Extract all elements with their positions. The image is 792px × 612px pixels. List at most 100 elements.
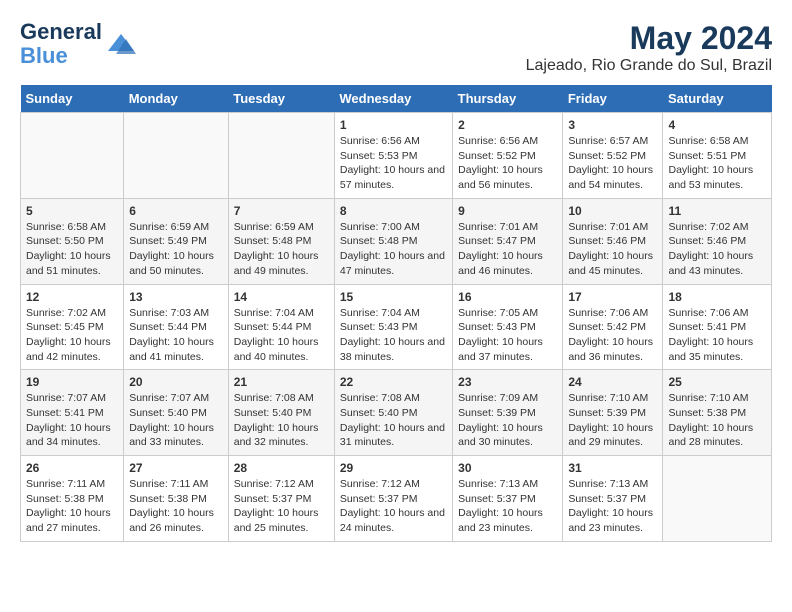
calendar-cell: 20 Sunrise: 7:07 AMSunset: 5:40 PMDaylig… xyxy=(124,370,229,456)
calendar-cell: 14 Sunrise: 7:04 AMSunset: 5:44 PMDaylig… xyxy=(228,284,334,370)
day-number: 7 xyxy=(234,204,329,218)
day-number: 4 xyxy=(668,118,766,132)
day-number: 29 xyxy=(340,461,447,475)
day-info: Sunrise: 7:01 AMSunset: 5:47 PMDaylight:… xyxy=(458,221,543,277)
day-number: 12 xyxy=(26,290,118,304)
day-number: 24 xyxy=(568,375,657,389)
day-number: 14 xyxy=(234,290,329,304)
calendar-cell: 21 Sunrise: 7:08 AMSunset: 5:40 PMDaylig… xyxy=(228,370,334,456)
calendar-cell xyxy=(228,113,334,199)
calendar-cell: 18 Sunrise: 7:06 AMSunset: 5:41 PMDaylig… xyxy=(663,284,772,370)
calendar-cell: 22 Sunrise: 7:08 AMSunset: 5:40 PMDaylig… xyxy=(334,370,452,456)
day-number: 9 xyxy=(458,204,557,218)
day-number: 5 xyxy=(26,204,118,218)
day-info: Sunrise: 7:07 AMSunset: 5:40 PMDaylight:… xyxy=(129,392,214,448)
calendar-cell: 16 Sunrise: 7:05 AMSunset: 5:43 PMDaylig… xyxy=(453,284,563,370)
calendar-cell: 11 Sunrise: 7:02 AMSunset: 5:46 PMDaylig… xyxy=(663,198,772,284)
day-info: Sunrise: 7:08 AMSunset: 5:40 PMDaylight:… xyxy=(340,392,445,448)
day-number: 27 xyxy=(129,461,223,475)
day-number: 28 xyxy=(234,461,329,475)
logo-text: GeneralBlue xyxy=(20,20,102,68)
day-info: Sunrise: 7:04 AMSunset: 5:44 PMDaylight:… xyxy=(234,307,319,363)
day-number: 21 xyxy=(234,375,329,389)
day-number: 18 xyxy=(668,290,766,304)
calendar-cell: 19 Sunrise: 7:07 AMSunset: 5:41 PMDaylig… xyxy=(21,370,124,456)
page-header: GeneralBlue May 2024 Lajeado, Rio Grande… xyxy=(20,20,772,75)
day-number: 31 xyxy=(568,461,657,475)
logo: GeneralBlue xyxy=(20,20,136,68)
calendar-cell: 5 Sunrise: 6:58 AMSunset: 5:50 PMDayligh… xyxy=(21,198,124,284)
calendar-cell: 9 Sunrise: 7:01 AMSunset: 5:47 PMDayligh… xyxy=(453,198,563,284)
subtitle: Lajeado, Rio Grande do Sul, Brazil xyxy=(526,57,772,75)
day-info: Sunrise: 7:13 AMSunset: 5:37 PMDaylight:… xyxy=(568,478,653,534)
calendar-week-row: 5 Sunrise: 6:58 AMSunset: 5:50 PMDayligh… xyxy=(21,198,772,284)
calendar-cell: 8 Sunrise: 7:00 AMSunset: 5:48 PMDayligh… xyxy=(334,198,452,284)
day-info: Sunrise: 7:13 AMSunset: 5:37 PMDaylight:… xyxy=(458,478,543,534)
day-info: Sunrise: 7:06 AMSunset: 5:42 PMDaylight:… xyxy=(568,307,653,363)
day-number: 2 xyxy=(458,118,557,132)
day-number: 30 xyxy=(458,461,557,475)
day-info: Sunrise: 7:02 AMSunset: 5:46 PMDaylight:… xyxy=(668,221,753,277)
calendar-week-row: 1 Sunrise: 6:56 AMSunset: 5:53 PMDayligh… xyxy=(21,113,772,199)
calendar-week-row: 26 Sunrise: 7:11 AMSunset: 5:38 PMDaylig… xyxy=(21,456,772,542)
day-info: Sunrise: 7:10 AMSunset: 5:39 PMDaylight:… xyxy=(568,392,653,448)
day-header-wednesday: Wednesday xyxy=(334,85,452,113)
calendar-cell: 2 Sunrise: 6:56 AMSunset: 5:52 PMDayligh… xyxy=(453,113,563,199)
calendar-cell: 23 Sunrise: 7:09 AMSunset: 5:39 PMDaylig… xyxy=(453,370,563,456)
day-number: 25 xyxy=(668,375,766,389)
day-number: 1 xyxy=(340,118,447,132)
calendar-cell: 7 Sunrise: 6:59 AMSunset: 5:48 PMDayligh… xyxy=(228,198,334,284)
day-info: Sunrise: 6:56 AMSunset: 5:53 PMDaylight:… xyxy=(340,135,445,191)
calendar-cell: 4 Sunrise: 6:58 AMSunset: 5:51 PMDayligh… xyxy=(663,113,772,199)
day-info: Sunrise: 7:02 AMSunset: 5:45 PMDaylight:… xyxy=(26,307,111,363)
day-info: Sunrise: 7:00 AMSunset: 5:48 PMDaylight:… xyxy=(340,221,445,277)
calendar-week-row: 12 Sunrise: 7:02 AMSunset: 5:45 PMDaylig… xyxy=(21,284,772,370)
title-section: May 2024 Lajeado, Rio Grande do Sul, Bra… xyxy=(526,20,772,75)
day-info: Sunrise: 7:05 AMSunset: 5:43 PMDaylight:… xyxy=(458,307,543,363)
day-header-thursday: Thursday xyxy=(453,85,563,113)
main-title: May 2024 xyxy=(526,20,772,57)
day-number: 6 xyxy=(129,204,223,218)
day-info: Sunrise: 6:59 AMSunset: 5:48 PMDaylight:… xyxy=(234,221,319,277)
calendar-cell: 26 Sunrise: 7:11 AMSunset: 5:38 PMDaylig… xyxy=(21,456,124,542)
day-info: Sunrise: 7:03 AMSunset: 5:44 PMDaylight:… xyxy=(129,307,214,363)
calendar-cell: 24 Sunrise: 7:10 AMSunset: 5:39 PMDaylig… xyxy=(563,370,663,456)
calendar-cell: 25 Sunrise: 7:10 AMSunset: 5:38 PMDaylig… xyxy=(663,370,772,456)
day-info: Sunrise: 7:11 AMSunset: 5:38 PMDaylight:… xyxy=(129,478,214,534)
day-number: 20 xyxy=(129,375,223,389)
calendar-cell: 1 Sunrise: 6:56 AMSunset: 5:53 PMDayligh… xyxy=(334,113,452,199)
day-info: Sunrise: 7:09 AMSunset: 5:39 PMDaylight:… xyxy=(458,392,543,448)
day-header-friday: Friday xyxy=(563,85,663,113)
day-number: 15 xyxy=(340,290,447,304)
day-header-sunday: Sunday xyxy=(21,85,124,113)
day-info: Sunrise: 7:12 AMSunset: 5:37 PMDaylight:… xyxy=(340,478,445,534)
day-header-saturday: Saturday xyxy=(663,85,772,113)
day-number: 10 xyxy=(568,204,657,218)
calendar-cell: 15 Sunrise: 7:04 AMSunset: 5:43 PMDaylig… xyxy=(334,284,452,370)
calendar-cell: 31 Sunrise: 7:13 AMSunset: 5:37 PMDaylig… xyxy=(563,456,663,542)
day-number: 26 xyxy=(26,461,118,475)
day-info: Sunrise: 7:01 AMSunset: 5:46 PMDaylight:… xyxy=(568,221,653,277)
day-number: 13 xyxy=(129,290,223,304)
day-info: Sunrise: 7:11 AMSunset: 5:38 PMDaylight:… xyxy=(26,478,111,534)
day-info: Sunrise: 6:57 AMSunset: 5:52 PMDaylight:… xyxy=(568,135,653,191)
calendar-cell: 6 Sunrise: 6:59 AMSunset: 5:49 PMDayligh… xyxy=(124,198,229,284)
calendar-cell xyxy=(124,113,229,199)
day-number: 11 xyxy=(668,204,766,218)
calendar-week-row: 19 Sunrise: 7:07 AMSunset: 5:41 PMDaylig… xyxy=(21,370,772,456)
day-number: 16 xyxy=(458,290,557,304)
day-info: Sunrise: 7:08 AMSunset: 5:40 PMDaylight:… xyxy=(234,392,319,448)
day-header-monday: Monday xyxy=(124,85,229,113)
day-number: 23 xyxy=(458,375,557,389)
calendar-table: SundayMondayTuesdayWednesdayThursdayFrid… xyxy=(20,85,772,542)
day-info: Sunrise: 7:07 AMSunset: 5:41 PMDaylight:… xyxy=(26,392,111,448)
calendar-cell: 12 Sunrise: 7:02 AMSunset: 5:45 PMDaylig… xyxy=(21,284,124,370)
day-info: Sunrise: 6:58 AMSunset: 5:50 PMDaylight:… xyxy=(26,221,111,277)
calendar-cell: 10 Sunrise: 7:01 AMSunset: 5:46 PMDaylig… xyxy=(563,198,663,284)
calendar-cell: 28 Sunrise: 7:12 AMSunset: 5:37 PMDaylig… xyxy=(228,456,334,542)
calendar-cell: 3 Sunrise: 6:57 AMSunset: 5:52 PMDayligh… xyxy=(563,113,663,199)
day-info: Sunrise: 7:04 AMSunset: 5:43 PMDaylight:… xyxy=(340,307,445,363)
day-info: Sunrise: 7:06 AMSunset: 5:41 PMDaylight:… xyxy=(668,307,753,363)
calendar-header-row: SundayMondayTuesdayWednesdayThursdayFrid… xyxy=(21,85,772,113)
day-number: 19 xyxy=(26,375,118,389)
